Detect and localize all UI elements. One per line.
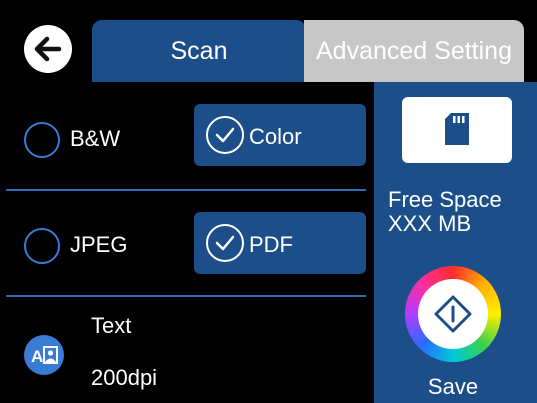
- bw-radio: [24, 122, 60, 158]
- svg-text:A: A: [31, 347, 43, 366]
- document-type-label: Text: [91, 313, 132, 338]
- jpeg-option[interactable]: JPEG: [24, 224, 184, 268]
- divider: [6, 295, 366, 297]
- resolution-label: 200dpi: [91, 365, 158, 390]
- bw-label: B&W: [70, 126, 121, 151]
- tab-scan-label: Scan: [170, 36, 228, 65]
- check-circle-icon: [206, 224, 244, 262]
- color-option[interactable]: Color: [194, 104, 366, 166]
- tab-advanced-setting-label: Advanced Setting: [316, 36, 512, 65]
- tab-scan[interactable]: Scan: [92, 20, 306, 82]
- save-label: Save: [427, 374, 479, 399]
- memory-card-button[interactable]: [402, 97, 512, 163]
- jpeg-label: JPEG: [70, 232, 128, 257]
- document-type-icon: A: [24, 335, 64, 375]
- check-circle-icon: [206, 116, 244, 154]
- pdf-option[interactable]: PDF: [194, 212, 366, 274]
- memory-card-icon: [445, 113, 469, 145]
- tab-advanced-setting[interactable]: Advanced Setting: [304, 20, 524, 82]
- start-diamond-icon: [434, 295, 472, 333]
- scan-settings-item[interactable]: A Text 200dpi: [20, 305, 360, 400]
- back-arrow-icon: [34, 36, 62, 62]
- divider: [6, 189, 366, 191]
- pdf-label: PDF: [249, 232, 293, 257]
- bw-option[interactable]: B&W: [24, 118, 184, 162]
- free-space-info: Free Space XXX MB: [388, 188, 537, 236]
- color-label: Color: [249, 124, 302, 149]
- free-space-label: Free Space: [388, 187, 502, 212]
- back-button[interactable]: [24, 25, 72, 73]
- free-space-value: XXX MB: [388, 211, 472, 236]
- jpeg-radio: [24, 228, 60, 264]
